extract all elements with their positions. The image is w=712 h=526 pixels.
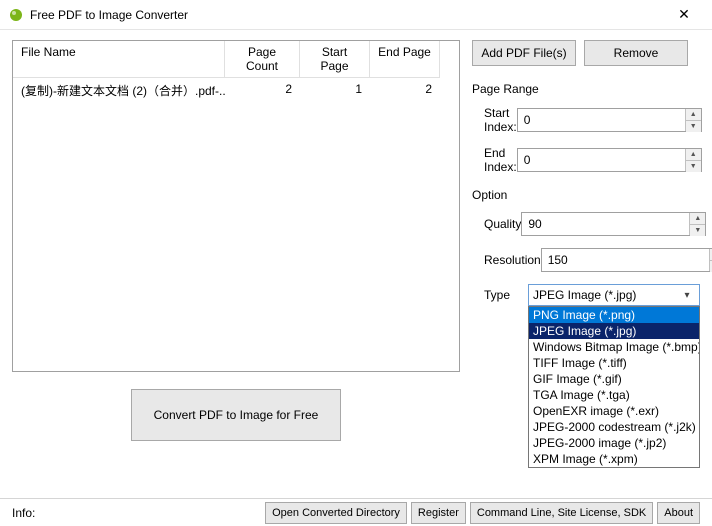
end-index-input[interactable]	[518, 149, 685, 171]
open-directory-button[interactable]: Open Converted Directory	[265, 502, 407, 524]
spin-down-icon[interactable]: ▼	[686, 161, 701, 172]
cell-pagecount: 2	[225, 80, 300, 101]
cmdline-button[interactable]: Command Line, Site License, SDK	[470, 502, 653, 524]
resolution-input[interactable]	[542, 249, 709, 271]
spin-up-icon[interactable]: ▲	[686, 149, 701, 161]
type-label: Type	[484, 288, 528, 302]
type-dropdown[interactable]: PNG Image (*.png)JPEG Image (*.jpg)Windo…	[528, 306, 700, 468]
column-pagecount[interactable]: Page Count	[225, 41, 300, 78]
register-button[interactable]: Register	[411, 502, 466, 524]
type-option[interactable]: TGA Image (*.tga)	[529, 387, 699, 403]
info-label: Info:	[12, 506, 35, 520]
type-option[interactable]: GIF Image (*.gif)	[529, 371, 699, 387]
type-option[interactable]: TIFF Image (*.tiff)	[529, 355, 699, 371]
column-endpage[interactable]: End Page	[370, 41, 440, 78]
spin-up-icon[interactable]: ▲	[686, 109, 701, 121]
table-row[interactable]: (复制)-新建文本文档 (2)（合并）.pdf-...212	[13, 78, 459, 103]
add-pdf-button[interactable]: Add PDF File(s)	[472, 40, 576, 66]
type-value: JPEG Image (*.jpg)	[533, 288, 679, 302]
column-filename[interactable]: File Name	[13, 41, 225, 78]
start-index-spinbox[interactable]: ▲▼	[517, 108, 702, 132]
quality-input[interactable]	[522, 213, 689, 235]
type-option[interactable]: JPEG-2000 image (*.jp2)	[529, 435, 699, 451]
cell-filename: (复制)-新建文本文档 (2)（合并）.pdf-...	[13, 80, 225, 101]
titlebar: Free PDF to Image Converter ✕	[0, 0, 712, 30]
end-index-label: End Index:	[484, 146, 517, 174]
type-option[interactable]: JPEG Image (*.jpg)	[529, 323, 699, 339]
close-icon[interactable]: ✕	[664, 6, 704, 23]
window-title: Free PDF to Image Converter	[30, 8, 664, 22]
type-option[interactable]: JPEG-2000 codestream (*.j2k)	[529, 419, 699, 435]
quality-label: Quality	[484, 217, 521, 231]
spin-down-icon[interactable]: ▼	[690, 225, 705, 236]
about-button[interactable]: About	[657, 502, 700, 524]
type-combo[interactable]: JPEG Image (*.jpg) ▾	[528, 284, 700, 306]
file-list[interactable]: File Name Page Count Start Page End Page…	[12, 40, 460, 372]
type-option[interactable]: OpenEXR image (*.exr)	[529, 403, 699, 419]
end-index-spinbox[interactable]: ▲▼	[517, 148, 702, 172]
resolution-spinbox[interactable]: ▲▼	[541, 248, 712, 272]
resolution-label: Resolution	[484, 253, 541, 267]
start-index-label: Start Index:	[484, 106, 517, 134]
type-option[interactable]: XPM Image (*.xpm)	[529, 451, 699, 467]
convert-button[interactable]: Convert PDF to Image for Free	[131, 389, 341, 441]
file-list-header: File Name Page Count Start Page End Page	[13, 41, 459, 78]
spin-up-icon[interactable]: ▲	[690, 213, 705, 225]
cell-endpage: 2	[370, 80, 440, 101]
spin-down-icon[interactable]: ▼	[686, 121, 701, 132]
column-startpage[interactable]: Start Page	[300, 41, 370, 78]
quality-spinbox[interactable]: ▲▼	[521, 212, 706, 236]
chevron-down-icon[interactable]: ▾	[679, 290, 695, 301]
app-icon	[8, 7, 24, 23]
cell-startpage: 1	[300, 80, 370, 101]
page-range-title: Page Range	[472, 82, 700, 96]
footer: Info: Open Converted Directory Register …	[0, 498, 712, 526]
start-index-input[interactable]	[518, 109, 685, 131]
remove-button[interactable]: Remove	[584, 40, 688, 66]
type-option[interactable]: PNG Image (*.png)	[529, 307, 699, 323]
type-option[interactable]: Windows Bitmap Image (*.bmp)	[529, 339, 699, 355]
option-title: Option	[472, 188, 700, 202]
